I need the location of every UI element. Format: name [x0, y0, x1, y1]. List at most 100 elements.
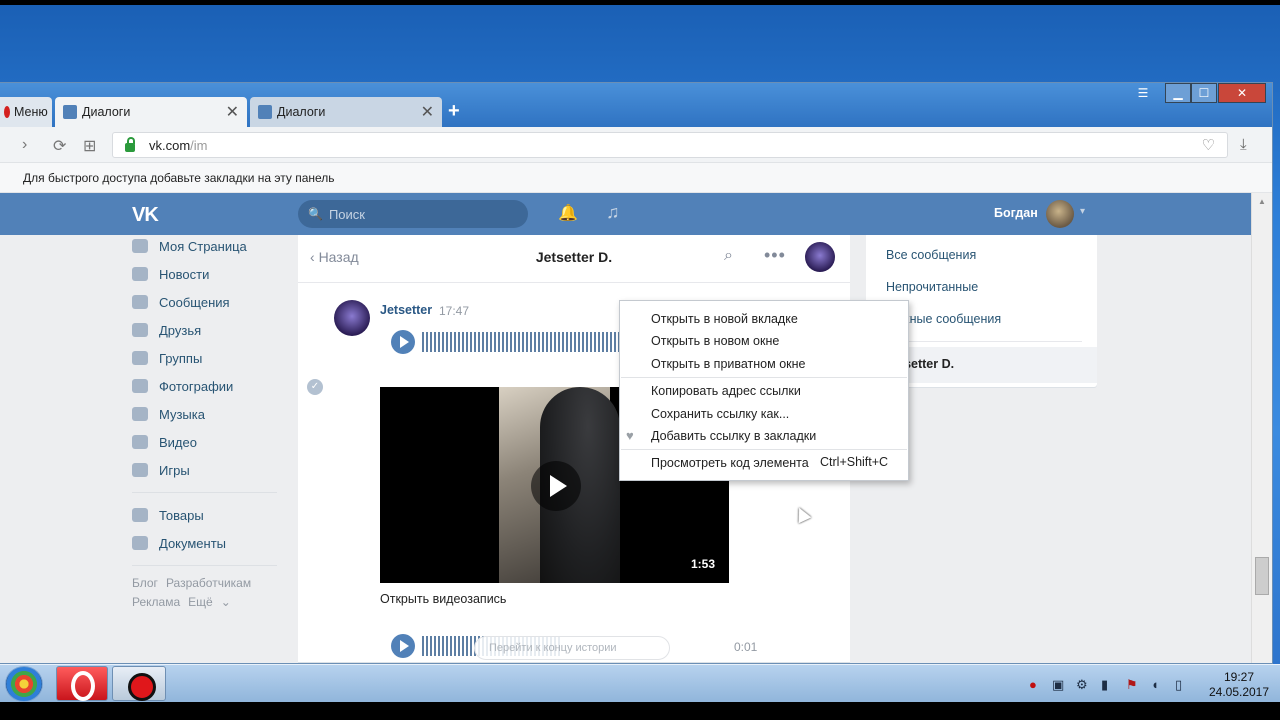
gamepad-icon [132, 463, 148, 477]
audio-play-button[interactable] [391, 634, 415, 658]
context-menu: Открыть в новой вкладке Открыть в новом … [619, 300, 909, 481]
search-icon[interactable]: ⌕ [724, 247, 733, 265]
download-icon[interactable]: ⤓ [1240, 136, 1247, 153]
left-menu-item-messages[interactable]: Сообщения [132, 288, 277, 316]
bag-icon [132, 508, 148, 522]
close-window-button[interactable]: ✕ [1218, 83, 1266, 103]
filter-all-messages[interactable]: Все сообщения [886, 248, 976, 262]
footer-link-developers[interactable]: Разработчикам [166, 576, 251, 590]
scroll-to-end-hint[interactable]: Перейти к концу истории [474, 636, 670, 660]
left-menu-label: Фотографии [159, 378, 234, 394]
vk-logo[interactable]: VK [132, 204, 159, 227]
friends-icon [132, 323, 148, 337]
left-menu-item-my-page[interactable]: Моя Страница [132, 235, 277, 260]
network-tray-icon[interactable]: ▮ [1101, 677, 1108, 693]
speed-dial-icon[interactable]: ⊞ [83, 136, 96, 156]
left-menu: Моя Страница Новости Сообщения Друзья Гр… [132, 235, 277, 612]
tab-title: Диалоги [82, 105, 131, 119]
film-icon [132, 435, 148, 449]
left-menu-item-documents[interactable]: Документы [132, 529, 277, 557]
windows-taskbar: ● ▣ ⚙ ▮ ⚑ ◖ ▯ 19:27 24.05.2017 [0, 664, 1280, 702]
ctx-copy-link[interactable]: Копировать адрес ссылки [651, 381, 801, 401]
search-icon: 🔍 [308, 207, 323, 221]
url-field[interactable]: vk.com/im ♡ [112, 132, 1228, 158]
tab-title: Диалоги [277, 105, 326, 119]
chevron-down-icon[interactable]: ▾ [1080, 206, 1085, 217]
ctx-save-link[interactable]: Сохранить ссылку как... [651, 404, 789, 424]
app-tray-icon[interactable]: ▣ [1052, 677, 1064, 693]
message-time: 17:47 [439, 304, 470, 318]
open-video-link[interactable]: Открыть видеозапись [380, 592, 506, 606]
browser-menu-icon[interactable]: ☰ [1131, 83, 1155, 103]
page-scrollbar[interactable]: ▲ [1251, 193, 1272, 663]
ctx-inspect-element[interactable]: Просмотреть код элемента [651, 453, 809, 473]
taskbar-opera-button[interactable] [56, 666, 108, 701]
tab-close-icon[interactable]: ✕ [226, 102, 239, 122]
left-menu-item-music[interactable]: Музыка [132, 400, 277, 428]
audio-duration: 0:01 [734, 640, 758, 654]
left-menu-item-video[interactable]: Видео [132, 428, 277, 456]
tab-dialogs-active[interactable]: Диалоги ✕ [55, 97, 247, 127]
left-menu-item-groups[interactable]: Группы [132, 344, 277, 372]
taskbar-clock[interactable]: 19:27 24.05.2017 [1204, 670, 1274, 700]
music-note-icon[interactable]: ♫ [606, 202, 620, 223]
bookmarks-bar: Для быстрого доступа добавьте закладки н… [0, 163, 1272, 193]
left-menu-footer: Блог Разработчикам Реклама Ещё ⌄ [132, 574, 277, 612]
left-menu-label: Видео [159, 434, 197, 450]
more-icon[interactable]: ••• [764, 245, 786, 266]
flag-tray-icon[interactable]: ⚑ [1126, 677, 1138, 693]
steam-tray-icon[interactable]: ⚙ [1076, 677, 1088, 693]
ctx-open-new-tab[interactable]: Открыть в новой вкладке [651, 309, 798, 329]
vk-favicon-icon [63, 105, 77, 119]
search-placeholder: Поиск [328, 206, 365, 222]
new-tab-button[interactable]: + [448, 100, 460, 123]
start-button[interactable] [5, 666, 43, 702]
filter-divider [886, 341, 1082, 342]
left-menu-item-goods[interactable]: Товары [132, 501, 277, 529]
forward-icon[interactable]: › [22, 136, 27, 154]
ctx-open-new-window[interactable]: Открыть в новом окне [651, 331, 779, 351]
ctx-divider [621, 377, 907, 378]
footer-link-ads[interactable]: Реклама [132, 595, 180, 609]
maximize-button[interactable]: ☐ [1191, 83, 1217, 103]
left-menu-item-photos[interactable]: Фотографии [132, 372, 277, 400]
tab-close-icon[interactable]: ✕ [421, 102, 434, 122]
footer-link-more[interactable]: Ещё [188, 595, 213, 609]
reload-icon[interactable]: ⟳ [53, 136, 66, 156]
tab-dialogs-inactive[interactable]: Диалоги ✕ [250, 97, 442, 127]
music-icon [132, 407, 148, 421]
audio-play-button[interactable] [391, 330, 415, 354]
notifications-bell-icon[interactable]: 🔔 [558, 203, 578, 223]
left-menu-item-games[interactable]: Игры [132, 456, 277, 484]
taskbar-recorder-button[interactable] [112, 666, 166, 701]
scroll-thumb[interactable] [1255, 557, 1269, 595]
heart-icon: ♥ [626, 428, 634, 443]
chevron-down-icon: ⌄ [220, 595, 231, 609]
footer-link-blog[interactable]: Блог [132, 576, 158, 590]
chat-avatar[interactable] [805, 242, 835, 272]
filter-unread[interactable]: Непрочитанные [886, 280, 978, 294]
left-menu-item-friends[interactable]: Друзья [132, 316, 277, 344]
ctx-add-bookmark[interactable]: Добавить ссылку в закладки [651, 426, 816, 446]
scroll-up-icon[interactable]: ▲ [1258, 197, 1266, 206]
opera-menu-button[interactable]: Меню [0, 97, 52, 127]
volume-tray-icon[interactable]: ◖ [1151, 677, 1159, 692]
ctx-inspect-shortcut: Ctrl+Shift+C [820, 455, 889, 469]
record-tray-icon[interactable]: ● [1029, 677, 1037, 692]
video-play-icon[interactable] [531, 461, 581, 511]
vk-search-input[interactable]: 🔍 Поиск [298, 200, 528, 228]
left-menu-item-news[interactable]: Новости [132, 260, 277, 288]
message-author[interactable]: Jetsetter [380, 303, 432, 317]
user-name[interactable]: Богдан [994, 206, 1038, 220]
user-avatar[interactable] [1046, 200, 1074, 228]
minimize-button[interactable]: ▁ [1165, 83, 1191, 103]
screen-bottom-border [0, 702, 1280, 720]
audio-waveform[interactable] [422, 332, 622, 352]
bookmark-heart-icon[interactable]: ♡ [1202, 136, 1215, 154]
url-host: vk.com [149, 137, 191, 153]
message-check-icon[interactable]: ✓ [307, 379, 323, 395]
camera-icon [132, 379, 148, 393]
message-author-avatar[interactable] [334, 300, 370, 336]
battery-tray-icon[interactable]: ▯ [1175, 677, 1182, 693]
ctx-open-private-window[interactable]: Открыть в приватном окне [651, 354, 805, 374]
